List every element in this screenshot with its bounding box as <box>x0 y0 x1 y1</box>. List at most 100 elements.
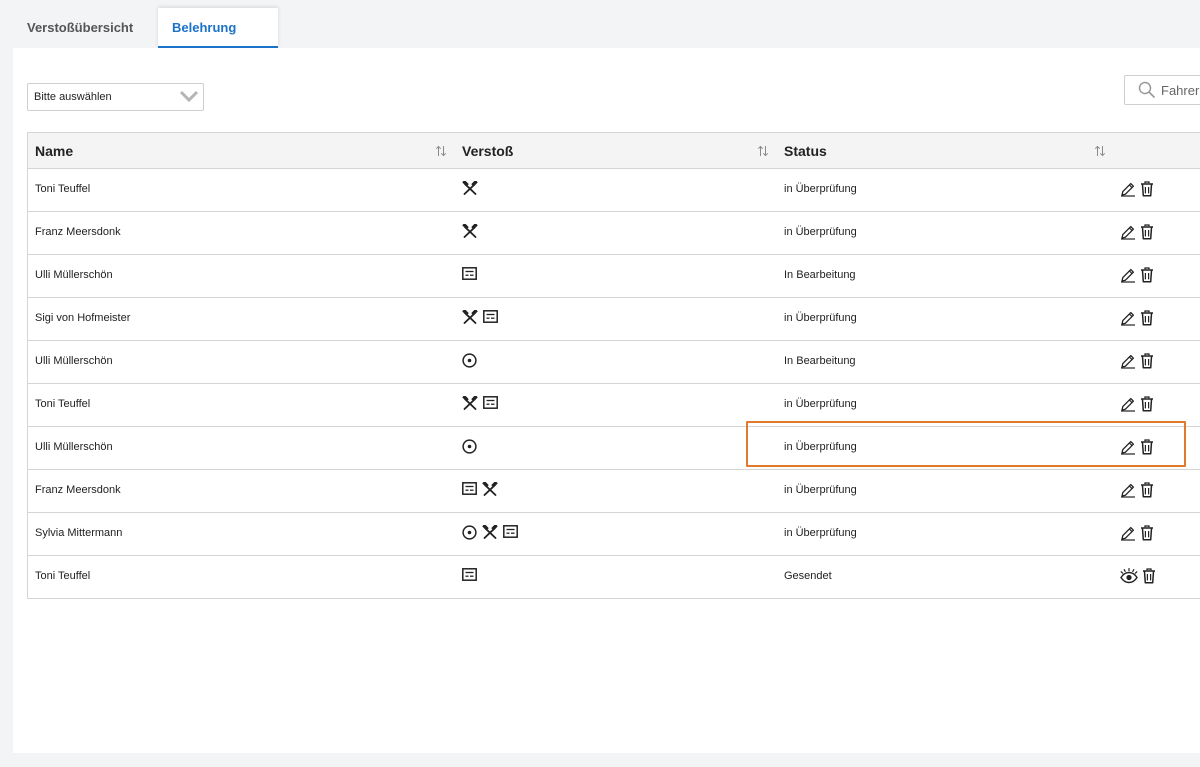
document-icon <box>503 525 518 541</box>
table-row: Toni Teuffel in Überprüfung <box>28 169 1200 212</box>
row-status: In Bearbeitung <box>784 269 856 281</box>
chevron-down-icon <box>179 90 199 103</box>
target-icon <box>462 353 477 369</box>
edit-icon[interactable] <box>1120 181 1136 197</box>
row-name: Toni Teuffel <box>35 398 91 410</box>
edit-icon[interactable] <box>1120 482 1136 498</box>
column-header-name: Name <box>35 143 74 159</box>
hammer-icon <box>462 181 478 197</box>
tab-belehrung[interactable]: Belehrung <box>158 8 278 48</box>
belehrung-table: Name Verstoß Status Toni Teuffel in Überp… <box>27 132 1200 599</box>
column-header-status: Status <box>784 143 827 159</box>
trash-icon[interactable] <box>1140 224 1154 240</box>
column-header-verstoss: Verstoß <box>462 143 514 159</box>
row-name: Ulli Müllerschön <box>35 355 113 367</box>
row-name: Franz Meersdonk <box>35 226 121 238</box>
table-header: Name Verstoß Status <box>28 133 1200 169</box>
row-name: Sylvia Mittermann <box>35 527 123 539</box>
trash-icon[interactable] <box>1140 482 1154 498</box>
edit-icon[interactable] <box>1120 353 1136 369</box>
search-input[interactable] <box>1161 81 1200 99</box>
row-actions <box>1120 525 1154 541</box>
filter-select-value: Bitte auswählen <box>34 91 112 103</box>
search-icon <box>1138 81 1156 99</box>
search-box[interactable] <box>1124 75 1200 105</box>
row-name: Sigi von Hofmeister <box>35 312 131 324</box>
table-row: Franz Meersdonk in Überprüfung <box>28 470 1200 513</box>
hammer-icon <box>462 396 478 412</box>
trash-icon[interactable] <box>1140 267 1154 283</box>
table-row: Toni Teuffel in Überprüfung <box>28 384 1200 427</box>
tab-bar: Verstoßübersicht Belehrung <box>13 8 1200 48</box>
document-icon <box>483 310 498 326</box>
row-name: Franz Meersdonk <box>35 484 121 496</box>
hammer-icon <box>462 224 478 240</box>
table-row: Toni Teuffel Gesendet <box>28 556 1200 599</box>
edit-icon[interactable] <box>1120 267 1136 283</box>
row-status: in Überprüfung <box>784 312 857 324</box>
table-row: Franz Meersdonk in Überprüfung <box>28 212 1200 255</box>
edit-icon[interactable] <box>1120 396 1136 412</box>
row-actions <box>1120 224 1154 240</box>
table-row: Sylvia Mittermann in Überprüfung <box>28 513 1200 556</box>
row-status: in Überprüfung <box>784 527 857 539</box>
hammer-icon <box>482 482 498 498</box>
hammer-icon <box>482 525 498 541</box>
row-violation-icons <box>462 568 477 584</box>
row-status: in Überprüfung <box>784 398 857 410</box>
trash-icon[interactable] <box>1140 310 1154 326</box>
target-icon <box>462 439 477 455</box>
filter-select[interactable]: Bitte auswählen <box>27 83 204 111</box>
trash-icon[interactable] <box>1140 525 1154 541</box>
trash-icon[interactable] <box>1140 353 1154 369</box>
row-violation-icons <box>462 267 477 283</box>
edit-icon[interactable] <box>1120 224 1136 240</box>
row-actions <box>1120 181 1154 197</box>
document-icon <box>462 568 477 584</box>
target-icon <box>462 525 477 541</box>
tab-verstossuebersicht[interactable]: Verstoßübersicht <box>13 8 172 46</box>
row-actions <box>1120 353 1154 369</box>
row-violation-icons <box>462 181 478 197</box>
table-row: Ulli Müllerschön In Bearbeitung <box>28 341 1200 384</box>
sort-icon[interactable] <box>757 145 769 157</box>
row-actions <box>1120 482 1154 498</box>
row-status: in Überprüfung <box>784 183 857 195</box>
row-actions <box>1120 568 1156 584</box>
trash-icon[interactable] <box>1140 439 1154 455</box>
row-violation-icons <box>462 224 478 240</box>
document-icon <box>462 482 477 498</box>
row-name: Toni Teuffel <box>35 183 91 195</box>
row-violation-icons <box>462 396 498 412</box>
row-violation-icons <box>462 482 498 498</box>
sort-icon[interactable] <box>1094 145 1106 157</box>
row-violation-icons <box>462 353 477 369</box>
table-row: Ulli Müllerschön in Überprüfung <box>28 427 1200 470</box>
row-status: Gesendet <box>784 570 832 582</box>
hammer-icon <box>462 310 478 326</box>
trash-icon[interactable] <box>1140 181 1154 197</box>
sort-icon[interactable] <box>435 145 447 157</box>
edit-icon[interactable] <box>1120 525 1136 541</box>
row-name: Ulli Müllerschön <box>35 269 113 281</box>
row-actions <box>1120 439 1154 455</box>
row-actions <box>1120 310 1154 326</box>
row-violation-icons <box>462 525 518 541</box>
trash-icon[interactable] <box>1140 396 1154 412</box>
row-status: In Bearbeitung <box>784 355 856 367</box>
row-status: in Überprüfung <box>784 441 857 453</box>
row-name: Toni Teuffel <box>35 570 91 582</box>
row-violation-icons <box>462 439 477 455</box>
trash-icon[interactable] <box>1142 568 1156 584</box>
eye-icon[interactable] <box>1120 568 1138 584</box>
edit-icon[interactable] <box>1120 439 1136 455</box>
document-icon <box>462 267 477 283</box>
table-row: Ulli Müllerschön In Bearbeitung <box>28 255 1200 298</box>
row-actions <box>1120 267 1154 283</box>
edit-icon[interactable] <box>1120 310 1136 326</box>
document-icon <box>483 396 498 412</box>
row-actions <box>1120 396 1154 412</box>
row-status: in Überprüfung <box>784 226 857 238</box>
row-status: in Überprüfung <box>784 484 857 496</box>
content-panel: Bitte auswählen Name Verstoß Status Ton <box>13 48 1200 753</box>
